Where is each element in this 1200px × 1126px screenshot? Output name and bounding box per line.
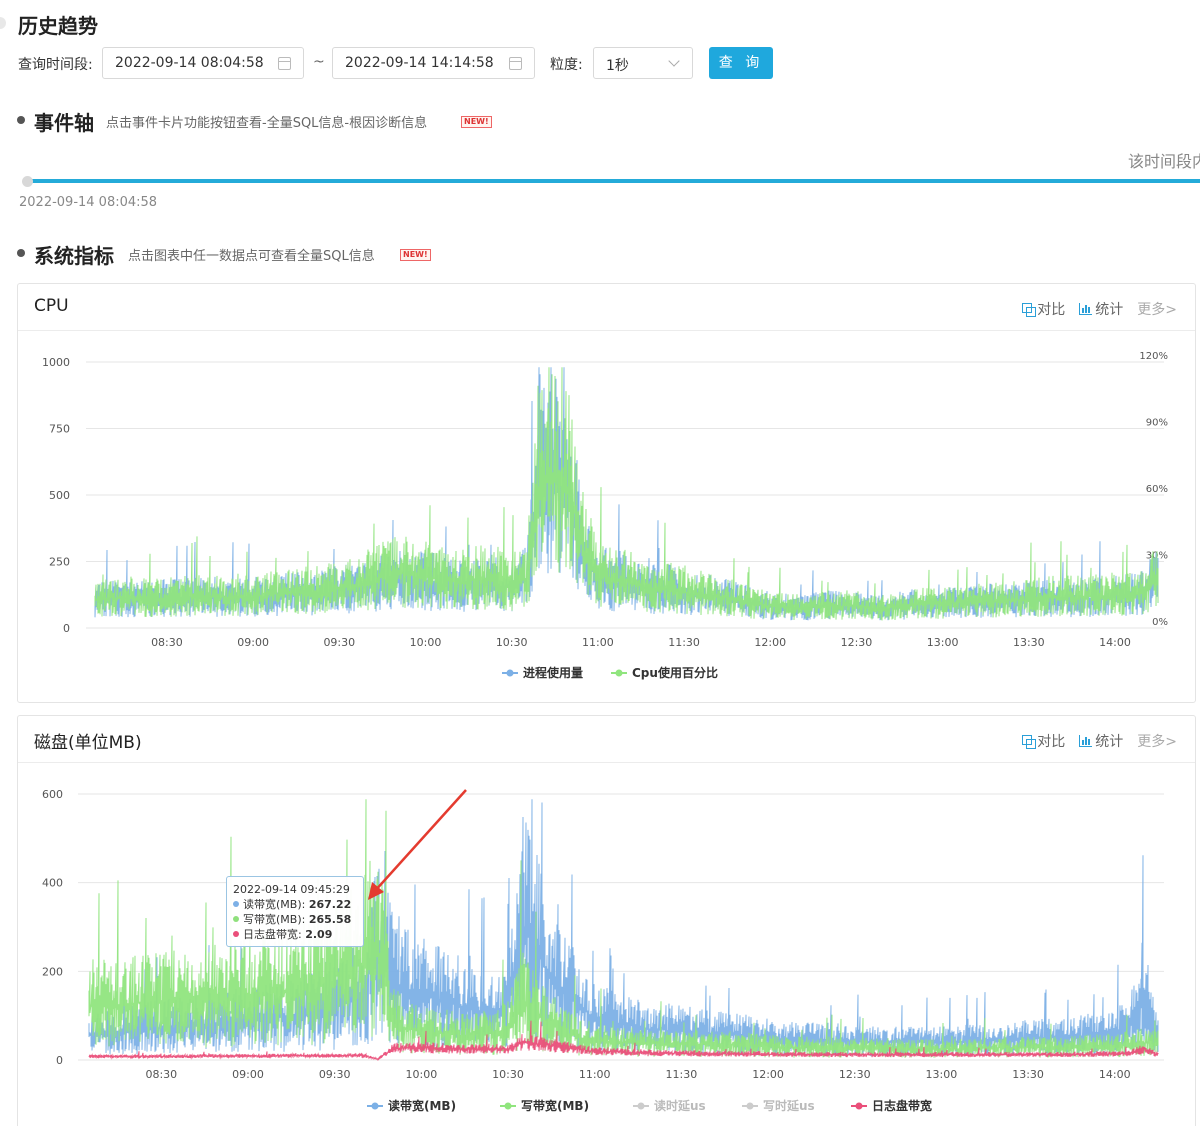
- x-tick-label: 10:00: [410, 636, 442, 649]
- x-tick-label: 11:00: [582, 636, 614, 649]
- y-tick-label: 1000: [42, 356, 70, 369]
- series-line: [94, 367, 1159, 621]
- x-tick-label: 13:30: [1013, 636, 1045, 649]
- disk-card-title: 磁盘(单位MB): [34, 733, 142, 753]
- stats-label: 统计: [1095, 734, 1124, 750]
- tooltip-row: 读带宽(MB): 267.22: [233, 897, 357, 912]
- compare-button[interactable]: 对比: [1022, 731, 1065, 751]
- compare-icon: [1022, 735, 1037, 749]
- x-tick-label: 12:30: [841, 636, 873, 649]
- tooltip-row-label: 写带宽(MB):: [243, 913, 306, 926]
- legend-label[interactable]: Cpu使用百分比: [632, 665, 718, 680]
- stats-button[interactable]: 统计: [1079, 731, 1123, 751]
- disk-card-tools: 对比 统计 更多>: [1022, 731, 1177, 751]
- tooltip-time: 2022-09-14 09:45:29: [233, 883, 350, 896]
- tooltip-row: 日志盘带宽: 2.09: [233, 927, 357, 942]
- y-tick-label: 500: [49, 489, 70, 502]
- tooltip-row-value: 265.58: [308, 913, 352, 926]
- disk-chart-card: 磁盘(单位MB) 对比 统计 更多>: [17, 715, 1196, 1126]
- x-tick-label: 09:00: [237, 636, 269, 649]
- series-dot-icon: [233, 901, 239, 907]
- y-tick-label: 0: [63, 622, 70, 635]
- x-tick-label: 14:00: [1099, 636, 1131, 649]
- tooltip-row-value: 267.22: [308, 898, 352, 911]
- legend-marker-icon: [615, 669, 623, 677]
- y-right-tick-label: 120%: [1139, 351, 1168, 362]
- x-tick-label: 10:30: [496, 636, 528, 649]
- x-tick-label: 12:00: [754, 636, 786, 649]
- tooltip-row-label: 读带宽(MB):: [243, 898, 306, 911]
- x-tick-label: 08:30: [151, 636, 183, 649]
- y-right-tick-label: 60%: [1146, 484, 1168, 495]
- legend-label[interactable]: 进程使用量: [523, 665, 583, 680]
- legend-marker-icon: [506, 669, 514, 677]
- disk-card-header: 磁盘(单位MB) 对比 统计 更多>: [18, 716, 1195, 763]
- y-tick-label: 250: [49, 556, 70, 569]
- x-tick-label: 09:30: [323, 636, 355, 649]
- annotation-arrow: [368, 789, 467, 900]
- tooltip-row: 写带宽(MB): 265.58: [233, 912, 357, 927]
- bar-chart-icon: [1079, 735, 1093, 747]
- compare-label: 对比: [1037, 734, 1066, 750]
- x-tick-label: 13:00: [927, 636, 959, 649]
- y-right-tick-label: 90%: [1146, 418, 1168, 429]
- chart-tooltip: 2022-09-14 09:45:29 读带宽(MB): 267.22 写带宽(…: [226, 876, 364, 947]
- cpu-chart[interactable]: 025050075010000%30%60%90%120%08:30 09:00 0…: [42, 351, 1168, 680]
- more-link[interactable]: 更多>: [1137, 731, 1177, 751]
- arrow-shaft: [373, 789, 467, 893]
- series-dot-icon: [233, 916, 239, 922]
- series-dot-icon: [233, 931, 239, 937]
- x-tick-label: 11:30: [668, 636, 700, 649]
- tooltip-row-value: 2.09: [305, 928, 333, 941]
- y-right-tick-label: 0%: [1152, 617, 1168, 628]
- tooltip-row-label: 日志盘带宽:: [243, 928, 302, 941]
- y-tick-label: 750: [49, 423, 70, 436]
